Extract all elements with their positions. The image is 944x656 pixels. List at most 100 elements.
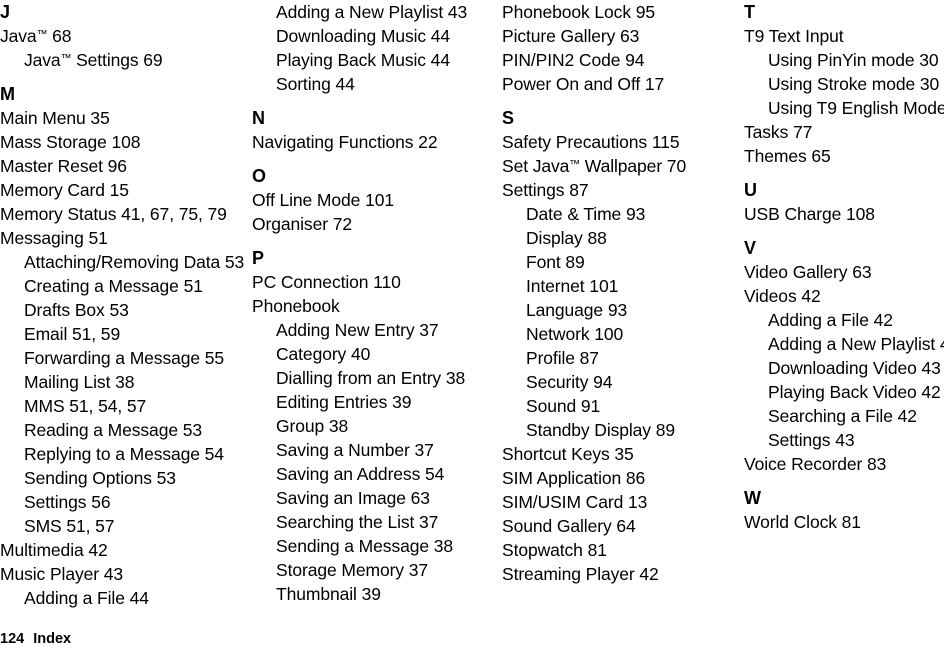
index-subentry[interactable]: Adding a File 44 [0,586,246,610]
index-subentry[interactable]: Language 93 [502,298,737,322]
index-subentry[interactable]: Reading a Message 53 [0,418,246,442]
index-entry[interactable]: Shortcut Keys 35 [502,442,737,466]
index-subentry[interactable]: Thumbnail 39 [252,582,491,606]
section-letter-m: M [0,84,15,104]
index-entry[interactable]: SIM Application 86 [502,466,737,490]
index-entry[interactable]: Videos 42 [744,284,944,308]
index-subentry[interactable]: Saving a Number 37 [252,438,491,462]
footer-section-label: Index [33,631,72,647]
index-entry[interactable]: Sound Gallery 64 [502,514,737,538]
index-subentry[interactable]: Sending Options 53 [0,466,246,490]
section-letter-w: W [744,488,761,508]
index-entry[interactable]: Organiser 72 [252,212,491,236]
index-entry[interactable]: Voice Recorder 83 [744,452,944,476]
index-subentry[interactable]: Playing Back Video 42 [744,380,944,404]
index-entry[interactable]: Off Line Mode 101 [252,188,491,212]
index-entry[interactable]: Picture Gallery 63 [502,24,737,48]
index-entry[interactable]: Navigating Functions 22 [252,130,491,154]
index-subentry[interactable]: Group 38 [252,414,491,438]
index-entry[interactable]: Memory Status 41, 67, 75, 79 [0,202,246,226]
index-subentry[interactable]: Editing Entries 39 [252,390,491,414]
section-letter-t: T [744,2,755,22]
section-letter-n: N [252,108,265,128]
index-entry[interactable]: Multimedia 42 [0,538,246,562]
index-subentry[interactable]: Network 100 [502,322,737,346]
index-subentry[interactable]: Replying to a Message 54 [0,442,246,466]
index-entry[interactable]: Master Reset 96 [0,154,246,178]
index-subentry[interactable]: Using PinYin mode 30 [744,48,944,72]
section-letter-v: V [744,238,757,258]
index-subentry[interactable]: Sending a Message 38 [252,534,491,558]
index-entry[interactable]: Phonebook Lock 95 [502,0,737,24]
index-subentry[interactable]: Searching the List 37 [252,510,491,534]
index-subentry[interactable]: Mailing List 38 [0,370,246,394]
index-subentry[interactable]: Standby Display 89 [502,418,737,442]
index-subentry[interactable]: Security 94 [502,370,737,394]
column-2: Adding a New Playlist 43 Downloading Musi… [246,0,491,606]
index-entry[interactable]: Settings 87 [502,178,737,202]
index-page: J Java™ 68 Java™ Settings 69 M Main Menu 35 M… [0,0,944,656]
section-letter-o: O [252,166,267,186]
index-entry[interactable]: SIM/USIM Card 13 [502,490,737,514]
index-entry[interactable]: Phonebook [252,294,491,318]
index-entry[interactable]: Main Menu 35 [0,106,246,130]
index-subentry[interactable]: Email 51, 59 [0,322,246,346]
index-entry[interactable]: T9 Text Input [744,24,944,48]
index-subentry[interactable]: Drafts Box 53 [0,298,246,322]
index-subentry[interactable]: Category 40 [252,342,491,366]
index-subentry[interactable]: Date & Time 93 [502,202,737,226]
index-subentry[interactable]: Settings 56 [0,490,246,514]
index-entry[interactable]: Music Player 43 [0,562,246,586]
index-entry[interactable]: Video Gallery 63 [744,260,944,284]
index-subentry[interactable]: Adding a File 42 [744,308,944,332]
index-subentry[interactable]: Attaching/Removing Data 53 [0,250,246,274]
index-entry[interactable]: Mass Storage 108 [0,130,246,154]
index-subentry[interactable]: SMS 51, 57 [0,514,246,538]
index-columns: J Java™ 68 Java™ Settings 69 M Main Menu 35 M… [0,0,944,614]
index-entry[interactable]: World Clock 81 [744,510,944,534]
index-entry[interactable]: Java™ 68 [0,24,246,48]
index-subentry[interactable]: Creating a Message 51 [0,274,246,298]
index-subentry[interactable]: Playing Back Music 44 [252,48,491,72]
trademark-icon: ™ [36,28,48,41]
index-subentry[interactable]: Saving an Image 63 [252,486,491,510]
index-subentry[interactable]: Using Stroke mode 30 [744,72,944,96]
index-entry[interactable]: USB Charge 108 [744,202,944,226]
index-subentry[interactable]: Java™ Settings 69 [0,48,246,72]
trademark-icon: ™ [60,52,72,65]
index-subentry[interactable]: Settings 43 [744,428,944,452]
index-entry[interactable]: Power On and Off 17 [502,72,737,96]
index-subentry[interactable]: Sorting 44 [252,72,491,96]
index-subentry[interactable]: Adding a New Playlist 43 [252,0,491,24]
index-entry[interactable]: PC Connection 110 [252,270,491,294]
index-entry[interactable]: Messaging 51 [0,226,246,250]
index-subentry[interactable]: Downloading Video 43 [744,356,944,380]
index-subentry[interactable]: Searching a File 42 [744,404,944,428]
index-subentry[interactable]: Internet 101 [502,274,737,298]
index-entry[interactable]: Memory Card 15 [0,178,246,202]
index-entry[interactable]: Tasks 77 [744,120,944,144]
index-entry[interactable]: Set Java™ Wallpaper 70 [502,154,737,178]
index-subentry[interactable]: Adding New Entry 37 [252,318,491,342]
index-subentry[interactable]: Storage Memory 37 [252,558,491,582]
index-subentry[interactable]: Display 88 [502,226,737,250]
index-subentry[interactable]: Sound 91 [502,394,737,418]
index-subentry[interactable]: Using T9 English Mode 28 [744,96,944,120]
index-subentry[interactable]: Profile 87 [502,346,737,370]
section-letter-s: S [502,108,515,128]
index-subentry[interactable]: MMS 51, 54, 57 [0,394,246,418]
index-subentry[interactable]: Font 89 [502,250,737,274]
index-entry[interactable]: Safety Precautions 115 [502,130,737,154]
column-1: J Java™ 68 Java™ Settings 69 M Main Menu 35 M… [0,0,246,610]
index-subentry[interactable]: Saving an Address 54 [252,462,491,486]
index-subentry[interactable]: Dialling from an Entry 38 [252,366,491,390]
index-entry[interactable]: Streaming Player 42 [502,562,737,586]
footer-page-number: 124 [0,631,25,647]
index-subentry[interactable]: Downloading Music 44 [252,24,491,48]
index-subentry[interactable]: Adding a New Playlist 43 [744,332,944,356]
section-letter-p: P [252,248,265,268]
index-entry[interactable]: Stopwatch 81 [502,538,737,562]
index-entry[interactable]: PIN/PIN2 Code 94 [502,48,737,72]
index-subentry[interactable]: Forwarding a Message 55 [0,346,246,370]
index-entry[interactable]: Themes 65 [744,144,944,168]
